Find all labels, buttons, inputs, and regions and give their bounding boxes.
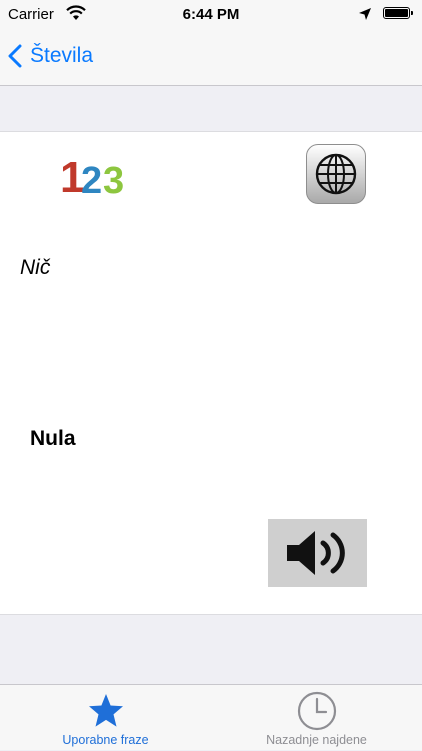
play-audio-button[interactable] <box>268 519 367 587</box>
star-icon <box>88 694 123 727</box>
clock-icon <box>297 691 336 731</box>
speaker-icon <box>286 531 345 575</box>
tab-label: Uporabne fraze <box>62 733 149 747</box>
language-button[interactable] <box>306 144 366 204</box>
tab-bar: Uporabne fraze Nazadnje najdene <box>0 684 422 750</box>
back-button[interactable]: Števila <box>8 38 93 74</box>
tab-recently-found[interactable]: Nazadnje najdene <box>211 685 422 751</box>
logo-digit-2: 2 <box>81 160 102 200</box>
globe-icon <box>315 153 357 195</box>
back-label: Števila <box>30 44 94 67</box>
tab-useful-phrases[interactable]: Uporabne fraze <box>0 685 211 751</box>
chevron-left-icon <box>8 44 22 68</box>
tab-label: Nazadnje najdene <box>266 733 367 747</box>
status-bar: Carrier 6:44 PM <box>0 0 422 28</box>
phrase-translation-text: Nula <box>30 427 76 450</box>
navigation-bar: Števila <box>0 28 422 86</box>
location-arrow-icon <box>359 8 371 20</box>
battery-icon <box>383 7 413 19</box>
phrase-card: 1 2 3 Nič Nula <box>0 131 422 615</box>
logo-digit-3: 3 <box>103 160 124 200</box>
numbers-123-icon: 1 2 3 <box>60 153 124 200</box>
phrase-source-text: Nič <box>20 256 51 279</box>
